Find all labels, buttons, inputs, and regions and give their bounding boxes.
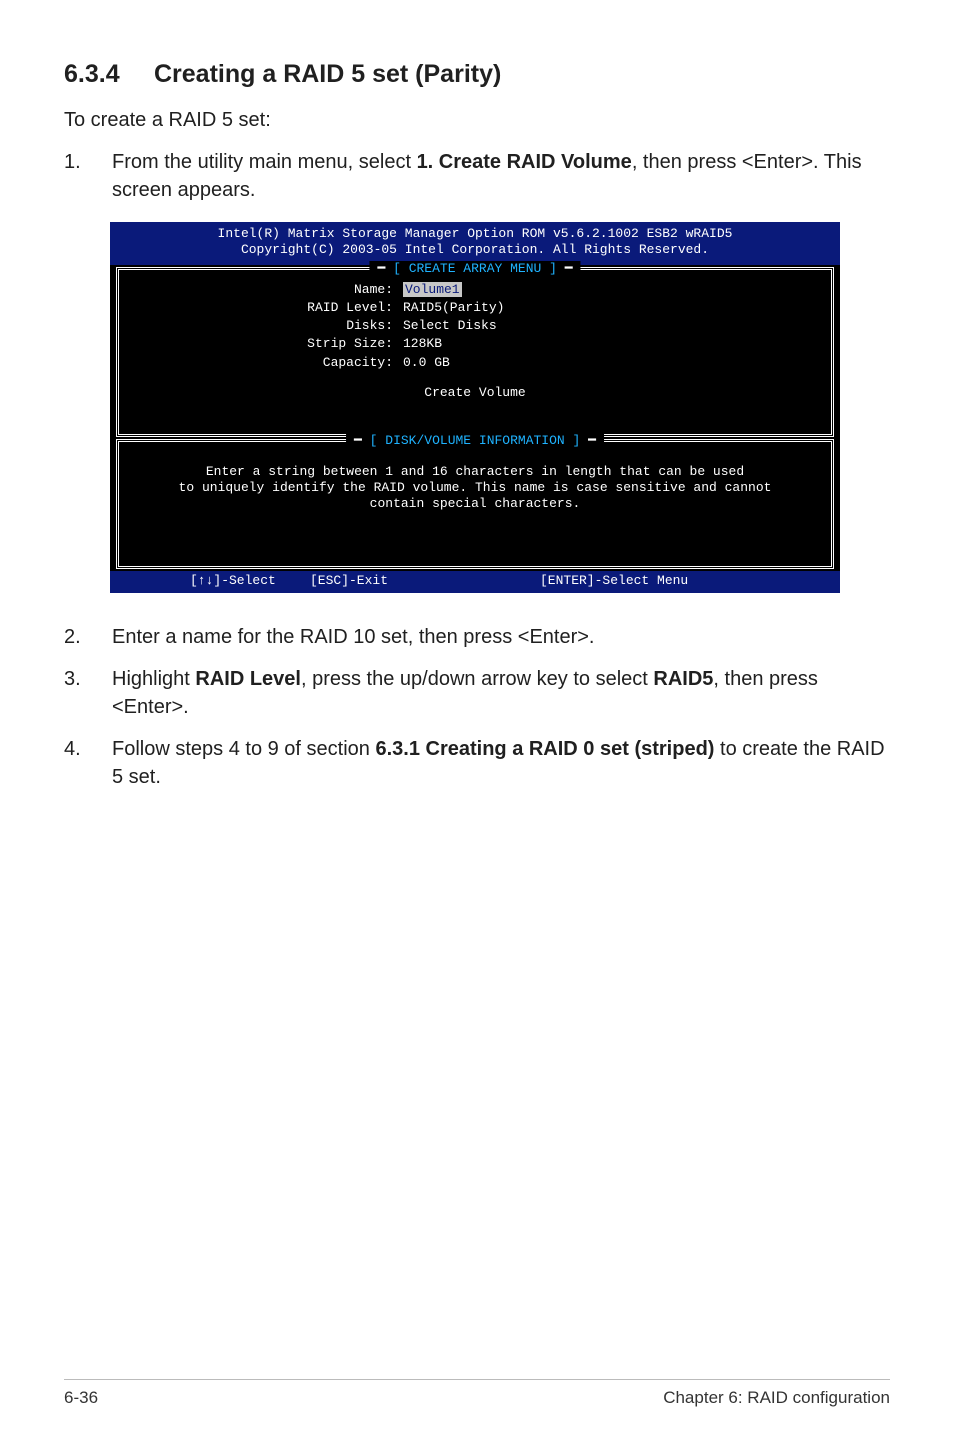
header-line-2: Copyright(C) 2003-05 Intel Corporation. … xyxy=(116,242,834,258)
field-value-raidlevel[interactable]: RAID5(Parity) xyxy=(403,300,817,316)
text-fragment: Follow steps 4 to 9 of section xyxy=(112,738,375,760)
name-input-highlight[interactable]: Volume1 xyxy=(403,282,462,297)
intro-text: To create a RAID 5 set: xyxy=(64,107,890,134)
step-number: 3. xyxy=(64,665,112,721)
section-title-text: Creating a RAID 5 set (Parity) xyxy=(154,60,501,88)
field-label-disks: Disks: xyxy=(133,318,393,334)
step-3: 3. Highlight RAID Level, press the up/do… xyxy=(64,665,890,721)
create-array-panel: [ CREATE ARRAY MENU ] Name: Volume1 RAID… xyxy=(116,267,834,437)
footer-hint-exit: [ESC]-Exit xyxy=(310,573,480,589)
step-1: 1. From the utility main menu, select 1.… xyxy=(64,148,890,204)
text-bold: RAID Level xyxy=(195,668,301,690)
section-number: 6.3.4 xyxy=(64,60,154,89)
chapter-label: Chapter 6: RAID configuration xyxy=(663,1388,890,1408)
terminal-footer: [↑↓]-Select [ESC]-Exit [ENTER]-Select Me… xyxy=(110,571,840,593)
field-label-name: Name: xyxy=(133,282,393,298)
footer-hint-select: [↑↓]-Select xyxy=(120,573,310,589)
footer-hint-enter: [ENTER]-Select Menu xyxy=(480,573,830,589)
field-label-stripsize: Strip Size: xyxy=(133,336,393,352)
field-value-disks[interactable]: Select Disks xyxy=(403,318,817,334)
step-2: 2. Enter a name for the RAID 10 set, the… xyxy=(64,623,890,651)
text-bold: RAID5 xyxy=(653,668,713,690)
panel-title-create: [ CREATE ARRAY MENU ] xyxy=(369,261,580,277)
field-value-stripsize[interactable]: 128KB xyxy=(403,336,817,352)
text-bold: 1. Create RAID Volume xyxy=(417,151,632,173)
info-line-1: Enter a string between 1 and 16 characte… xyxy=(206,464,744,479)
step-number: 1. xyxy=(64,148,112,204)
text-fragment: Highlight xyxy=(112,668,195,690)
disk-volume-info-panel: [ DISK/VOLUME INFORMATION ] Enter a stri… xyxy=(116,439,834,569)
step-number: 4. xyxy=(64,735,112,791)
page-number: 6-36 xyxy=(64,1388,98,1408)
step-text: Enter a name for the RAID 10 set, then p… xyxy=(112,623,890,651)
field-label-raidlevel: RAID Level: xyxy=(133,300,393,316)
info-line-3: contain special characters. xyxy=(370,496,581,511)
info-line-2: to uniquely identify the RAID volume. Th… xyxy=(179,480,772,495)
text-bold: 6.3.1 Creating a RAID 0 set (striped) xyxy=(375,738,714,760)
create-volume-action[interactable]: Create Volume xyxy=(133,385,817,401)
step-number: 2. xyxy=(64,623,112,651)
section-heading: 6.3.4Creating a RAID 5 set (Parity) xyxy=(64,60,890,89)
step-text: Follow steps 4 to 9 of section 6.3.1 Cre… xyxy=(112,735,890,791)
step-text: From the utility main menu, select 1. Cr… xyxy=(112,148,890,204)
text-fragment: From the utility main menu, select xyxy=(112,151,417,173)
page-footer: 6-36 Chapter 6: RAID configuration xyxy=(64,1379,890,1408)
field-label-capacity: Capacity: xyxy=(133,355,393,371)
terminal-header: Intel(R) Matrix Storage Manager Option R… xyxy=(110,222,840,265)
field-value-name[interactable]: Volume1 xyxy=(403,282,817,298)
header-line-1: Intel(R) Matrix Storage Manager Option R… xyxy=(116,226,834,242)
bios-terminal: Intel(R) Matrix Storage Manager Option R… xyxy=(110,222,840,593)
field-value-capacity[interactable]: 0.0 GB xyxy=(403,355,817,371)
step-4: 4. Follow steps 4 to 9 of section 6.3.1 … xyxy=(64,735,890,791)
step-text: Highlight RAID Level, press the up/down … xyxy=(112,665,890,721)
panel-title-info: [ DISK/VOLUME INFORMATION ] xyxy=(346,433,604,449)
text-fragment: , press the up/down arrow key to select xyxy=(301,668,653,690)
